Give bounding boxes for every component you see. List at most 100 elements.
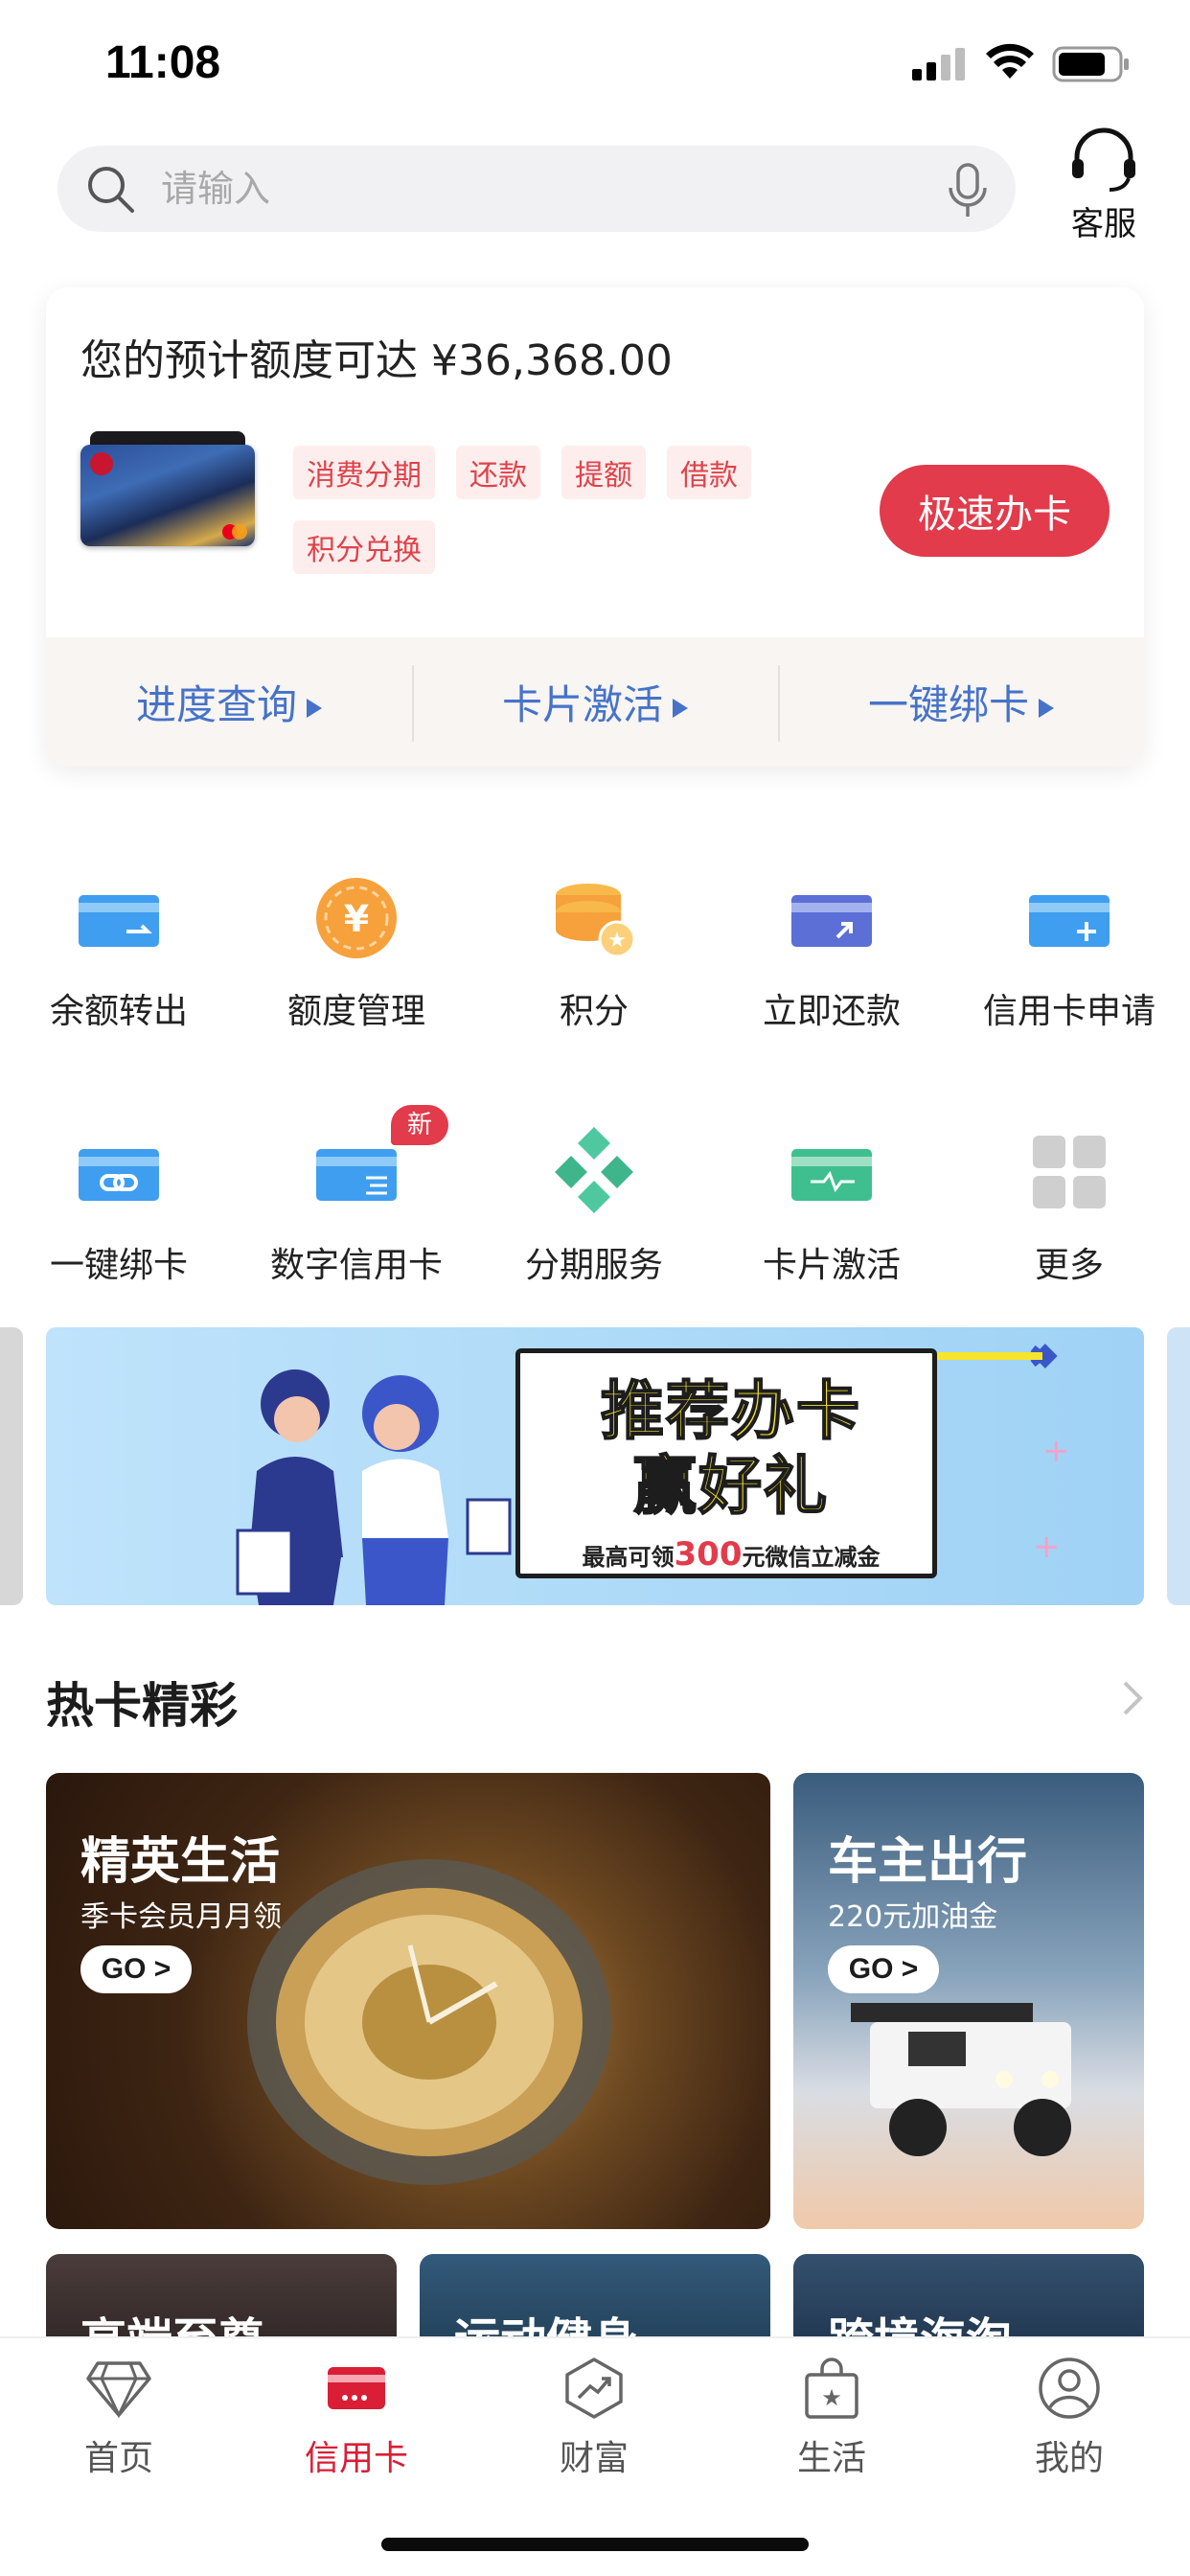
banner-title-line1: 推荐办卡 <box>600 1373 861 1449</box>
estimated-limit-text: 您的预计额度可达 ¥36,368.00 <box>80 336 673 385</box>
status-time: 11:08 <box>105 37 221 88</box>
grid-label: 余额转出 <box>49 992 188 1031</box>
banner-prev-peek[interactable] <box>0 1327 23 1605</box>
wealth-chart-icon <box>565 2358 623 2419</box>
hot-card-subtitle: 季卡会员月月领 <box>80 1900 282 1934</box>
tab-life[interactable]: ★ 生活 <box>713 2356 950 2480</box>
grid-item-bind-card[interactable]: 一键绑卡 <box>0 1126 238 1287</box>
cellular-signal-icon <box>912 48 965 80</box>
grid-item-card-apply[interactable]: 信用卡申请 <box>950 872 1188 1033</box>
grid-item-points[interactable]: ★ 积分 <box>475 872 713 1033</box>
hot-card-elite-life[interactable]: 精英生活 季卡会员月月领 GO > <box>46 1773 770 2229</box>
grid-item-card-activate[interactable]: 卡片激活 <box>713 1126 950 1287</box>
card-transfer-icon <box>79 895 159 947</box>
card-repay-icon <box>791 895 872 947</box>
user-profile-icon <box>1039 2358 1100 2419</box>
customer-service-button[interactable]: 客服 <box>1062 126 1146 243</box>
hot-cards-title: 热卡精彩 <box>46 1678 238 1734</box>
promo-banner[interactable]: + + 推荐办卡 赢好礼 最高可领300元微信立减金 <box>46 1327 1144 1605</box>
card-activate-icon <box>791 1149 872 1201</box>
triangle-right-icon <box>307 698 322 718</box>
tag-raise-limit[interactable]: 提额 <box>561 446 646 499</box>
bank-logo-icon <box>90 452 113 475</box>
tab-label: 首页 <box>83 2439 153 2478</box>
banner-subtitle-post: 元微信立减金 <box>742 1544 881 1571</box>
diamond-icon <box>86 2361 151 2419</box>
installment-diamond-icon <box>555 1127 633 1213</box>
battery-icon <box>1052 46 1129 82</box>
banner-next-peek[interactable] <box>1167 1327 1190 1605</box>
grid-item-repay-now[interactable]: 立即还款 <box>713 872 950 1033</box>
mastercard-logo-icon <box>222 524 247 540</box>
banner-title: 推荐办卡 赢好礼 <box>520 1373 942 1524</box>
fast-apply-button[interactable]: 极速办卡 <box>880 465 1110 557</box>
hot-card-car-owner[interactable]: 车主出行 220元加油金 GO > <box>793 1773 1144 2229</box>
hot-card-subtitle: 220元加油金 <box>828 1900 998 1934</box>
svg-text:★: ★ <box>821 2384 842 2411</box>
card-activate-link[interactable]: 卡片激活 <box>412 665 778 742</box>
credit-card-image <box>80 431 255 546</box>
tab-label: 财富 <box>559 2439 629 2478</box>
tag-repay[interactable]: 还款 <box>456 446 540 499</box>
home-indicator <box>381 2538 809 2551</box>
grid-label: 卡片激活 <box>762 1246 901 1285</box>
hot-card-title: 车主出行 <box>828 1833 1028 1891</box>
hot-card-title: 精英生活 <box>80 1833 281 1891</box>
microphone-icon[interactable] <box>947 163 989 218</box>
search-icon <box>88 167 134 213</box>
grid-label: 数字信用卡 <box>269 1246 443 1285</box>
grid-label: 分期服务 <box>524 1246 663 1285</box>
tab-label: 生活 <box>796 2439 866 2478</box>
grid-label: 更多 <box>1034 1246 1104 1285</box>
status-bar: 11:08 <box>0 0 1190 129</box>
tab-label: 信用卡 <box>304 2439 408 2478</box>
bind-card-link[interactable]: 一键绑卡 <box>778 665 1144 742</box>
grid-item-digital-card[interactable]: 数字信用卡 新 <box>238 1105 475 1287</box>
wifi-icon <box>986 43 1034 79</box>
svg-text:+: + <box>1042 1432 1070 1470</box>
grid-item-balance-transfer[interactable]: 余额转出 <box>0 872 238 1033</box>
shopping-bag-icon: ★ <box>805 2358 858 2419</box>
bind-card-label: 一键绑卡 <box>867 681 1029 728</box>
grid-label: 一键绑卡 <box>49 1246 188 1285</box>
grid-label: 信用卡申请 <box>982 992 1156 1031</box>
grid-label: 积分 <box>559 992 629 1031</box>
go-button[interactable]: GO > <box>828 1945 939 1993</box>
customer-service-label: 客服 <box>1071 205 1136 243</box>
banner-subtitle: 最高可领300元微信立减金 <box>520 1535 942 1574</box>
card-link-icon <box>79 1149 159 1201</box>
tab-home[interactable]: 首页 <box>0 2356 238 2480</box>
search-bar[interactable] <box>57 146 1016 232</box>
banner-subtitle-amount: 300 <box>674 1535 743 1574</box>
banner-board: 推荐办卡 赢好礼 最高可领300元微信立减金 <box>515 1348 937 1578</box>
grid-item-more[interactable]: 更多 <box>950 1126 1188 1287</box>
banner-subtitle-pre: 最高可领 <box>582 1544 675 1571</box>
digital-card-icon <box>316 1149 397 1201</box>
tag-points-exchange[interactable]: 积分兑换 <box>293 520 435 574</box>
tab-mine[interactable]: 我的 <box>950 2356 1188 2480</box>
tab-credit-card[interactable]: 信用卡 <box>238 2356 475 2480</box>
banner-title-line2: 赢好礼 <box>632 1448 829 1524</box>
credit-card-panel: 您的预计额度可达 ¥36,368.00 消费分期 还款 提额 借款积分兑换 极速办卡 … <box>46 288 1144 767</box>
grid-item-limit-management[interactable]: ¥ 额度管理 <box>238 872 475 1033</box>
search-input[interactable] <box>161 146 889 232</box>
progress-query-label: 进度查询 <box>135 681 297 728</box>
grid-label: 立即还款 <box>762 992 901 1031</box>
points-coins-icon: ★ <box>556 884 636 958</box>
tag-borrow[interactable]: 借款 <box>667 446 751 499</box>
triangle-right-icon <box>1039 698 1054 718</box>
grid-item-installment[interactable]: 分期服务 <box>475 1126 713 1287</box>
headset-icon <box>1072 127 1135 192</box>
tab-wealth[interactable]: 财富 <box>475 2356 713 2480</box>
go-button[interactable]: GO > <box>80 1945 192 1993</box>
card-apply-icon <box>1029 895 1110 947</box>
chevron-right-icon[interactable] <box>1121 1679 1146 1717</box>
more-grid-icon <box>1033 1136 1106 1208</box>
svg-text:+: + <box>1033 1528 1061 1566</box>
svg-text:¥: ¥ <box>344 898 369 940</box>
new-badge: 新 <box>391 1105 448 1145</box>
progress-query-link[interactable]: 进度查询 <box>46 673 412 731</box>
yuan-coin-icon: ¥ <box>316 878 397 958</box>
tag-installment[interactable]: 消费分期 <box>293 446 435 499</box>
service-tags: 消费分期 还款 提额 借款积分兑换 <box>293 446 830 595</box>
